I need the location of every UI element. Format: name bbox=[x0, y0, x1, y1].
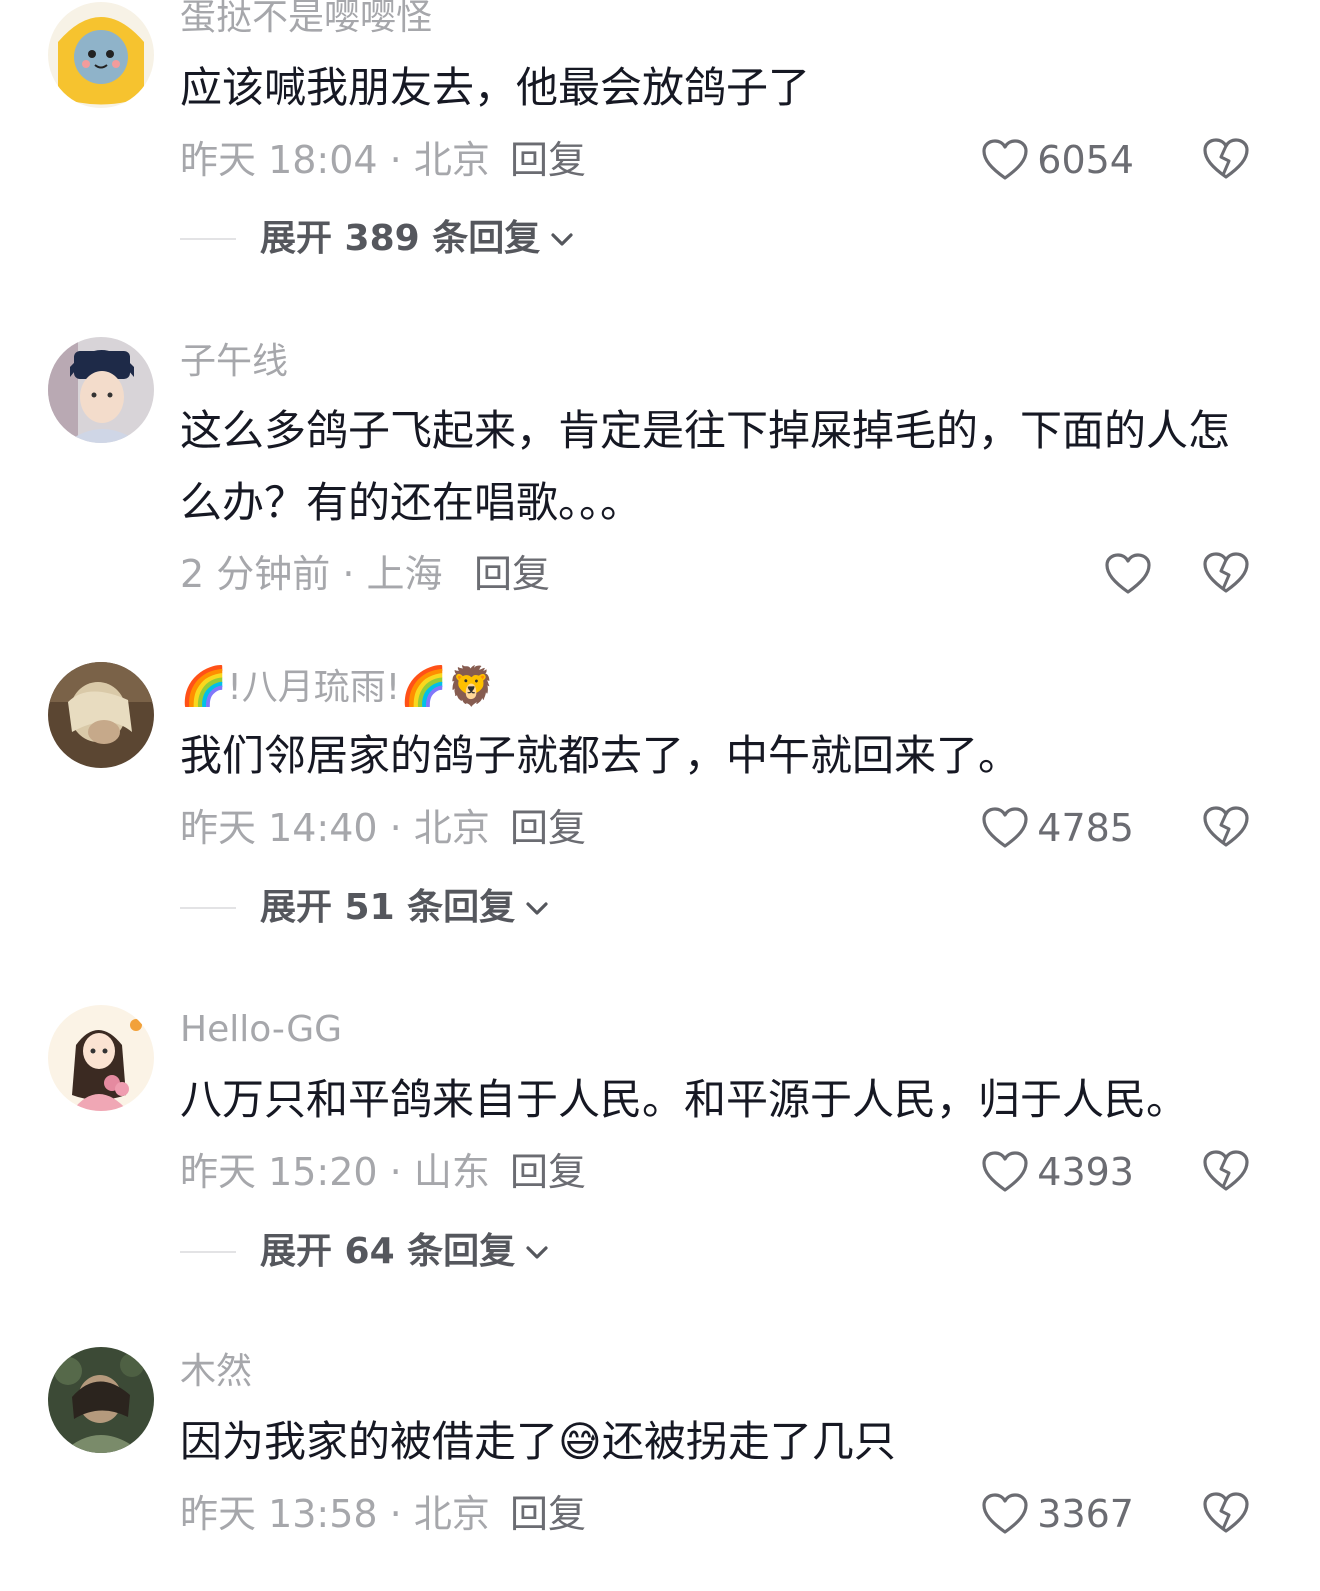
chevron-down-icon bbox=[551, 233, 573, 246]
avatar[interactable] bbox=[48, 1005, 154, 1111]
comment-text: 八万只和平鸽来自于人民。和平源于人民，归于人民。 bbox=[180, 1075, 1189, 1124]
expand-replies-label: 展开 64 条回复 bbox=[260, 1231, 516, 1272]
comment-time-location: 昨天 13:58 · 北京 bbox=[180, 1492, 490, 1536]
heart-outline-icon bbox=[982, 1151, 1028, 1192]
comment-time-location: 昨天 14:40 · 北京 bbox=[180, 806, 490, 850]
broken-heart-icon bbox=[1203, 138, 1249, 179]
comment-username[interactable]: 🌈!八月琉雨!🌈🦁 bbox=[180, 664, 495, 710]
divider-line bbox=[180, 1251, 236, 1253]
comment-time-location: 昨天 15:20 · 山东 bbox=[180, 1150, 490, 1194]
avatar-image bbox=[48, 1005, 154, 1111]
comment-username[interactable]: 蛋挞不是嘤嘤怪 bbox=[180, 0, 432, 40]
comment-username[interactable]: 子午线 bbox=[180, 340, 288, 384]
chevron-down-icon bbox=[526, 902, 548, 915]
dislike-button[interactable] bbox=[1202, 805, 1250, 851]
heart-outline-icon bbox=[982, 1493, 1028, 1534]
expand-replies-label: 展开 51 条回复 bbox=[260, 887, 516, 928]
comment-time-location: 2 分钟前 · 上海 bbox=[180, 552, 443, 596]
comment-username[interactable]: 木然 bbox=[180, 1350, 252, 1394]
like-button[interactable]: 3367 bbox=[981, 1491, 1134, 1537]
like-button[interactable]: 4393 bbox=[981, 1149, 1134, 1195]
expand-replies-button[interactable]: 展开 64 条回复 bbox=[180, 1229, 551, 1275]
dislike-button[interactable] bbox=[1202, 551, 1250, 597]
like-button[interactable] bbox=[1104, 551, 1160, 597]
chevron-down-icon bbox=[526, 1246, 548, 1259]
rainbow-lion-emoji-icon: 🌈🦁 bbox=[400, 664, 495, 708]
comment-text: 因为我家的被借走了😅还被拐走了几只 bbox=[180, 1406, 1260, 1478]
comment-username-text: !八月琉雨! bbox=[227, 667, 401, 708]
reply-button[interactable]: 回复 bbox=[510, 1491, 586, 1537]
heart-outline-icon bbox=[1105, 553, 1151, 594]
like-count: 4393 bbox=[1037, 1150, 1134, 1194]
comment-text-part: 还被拐走了几只 bbox=[601, 1417, 896, 1466]
avatar-image bbox=[48, 337, 154, 443]
dislike-button[interactable] bbox=[1202, 137, 1250, 183]
reply-button[interactable]: 回复 bbox=[474, 551, 550, 597]
comment-username[interactable]: Hello-GG bbox=[180, 1008, 342, 1052]
comment-text: 应该喊我朋友去，他最会放鸽子了 bbox=[180, 63, 811, 112]
like-button[interactable]: 6054 bbox=[981, 137, 1134, 183]
avatar[interactable] bbox=[48, 1347, 154, 1453]
like-button[interactable]: 4785 bbox=[981, 805, 1134, 851]
reply-button[interactable]: 回复 bbox=[510, 137, 586, 183]
expand-replies-label: 展开 389 条回复 bbox=[260, 218, 541, 259]
comment-time-location: 昨天 18:04 · 北京 bbox=[180, 138, 490, 182]
avatar-image bbox=[48, 662, 154, 768]
divider-line bbox=[180, 907, 236, 909]
dislike-button[interactable] bbox=[1202, 1149, 1250, 1195]
comment-text: 这么多鸽子飞起来，肯定是往下掉屎掉毛的，下面的人怎么办？有的还在唱歌。。。 bbox=[180, 406, 1231, 527]
avatar[interactable] bbox=[48, 662, 154, 768]
comment-text: 我们邻居家的鸽子就都去了，中午就回来了。 bbox=[180, 731, 1021, 780]
heart-outline-icon bbox=[982, 807, 1028, 848]
like-count: 4785 bbox=[1037, 806, 1134, 850]
like-count: 6054 bbox=[1037, 138, 1134, 182]
comment-text-part: 因为我家的被借走了 bbox=[180, 1417, 559, 1466]
like-count: 3367 bbox=[1037, 1492, 1134, 1536]
avatar[interactable] bbox=[48, 2, 154, 108]
grimace-sweat-emoji-icon: 😅 bbox=[558, 1417, 602, 1466]
expand-replies-button[interactable]: 展开 51 条回复 bbox=[180, 885, 551, 931]
avatar-image bbox=[48, 2, 154, 108]
reply-button[interactable]: 回复 bbox=[510, 1149, 586, 1195]
broken-heart-icon bbox=[1203, 552, 1249, 593]
reply-button[interactable]: 回复 bbox=[510, 805, 586, 851]
expand-replies-button[interactable]: 展开 389 条回复 bbox=[180, 216, 576, 262]
rainbow-emoji-icon: 🌈 bbox=[180, 664, 228, 708]
dislike-button[interactable] bbox=[1202, 1491, 1250, 1537]
broken-heart-icon bbox=[1203, 1492, 1249, 1533]
avatar[interactable] bbox=[48, 337, 154, 443]
divider-line bbox=[180, 238, 236, 240]
broken-heart-icon bbox=[1203, 806, 1249, 847]
avatar-image bbox=[48, 1347, 154, 1453]
broken-heart-icon bbox=[1203, 1150, 1249, 1191]
heart-outline-icon bbox=[982, 139, 1028, 180]
